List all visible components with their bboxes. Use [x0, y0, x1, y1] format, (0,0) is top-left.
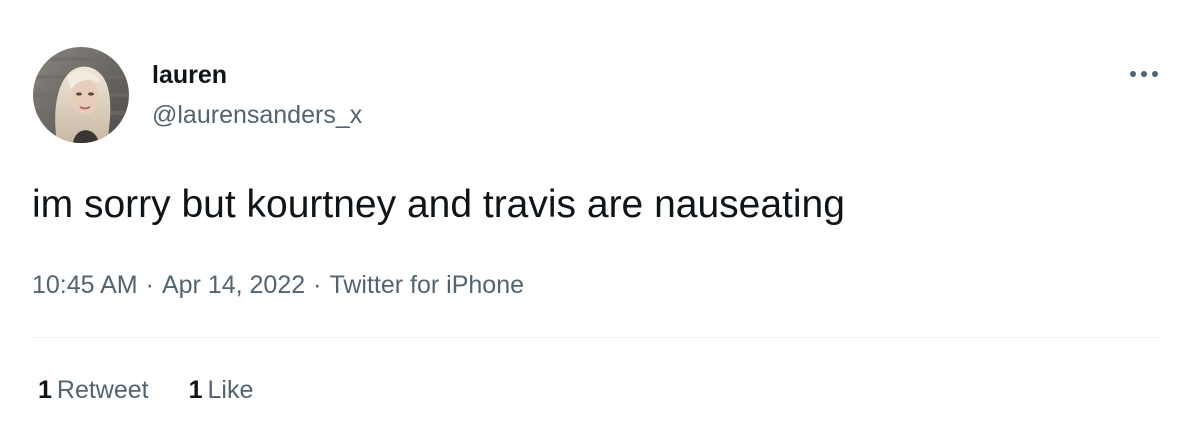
like-label: Like	[207, 376, 254, 404]
tweet-stats: 1 Retweet 1 Like	[38, 373, 253, 407]
separator: ·	[313, 271, 322, 299]
tweet-metadata: 10:45 AM · Apr 14, 2022 · Twitter for iPhone	[32, 268, 524, 302]
tweet-card: lauren @laurensanders_x im sorry but kou…	[0, 0, 1192, 442]
like-count: 1	[188, 376, 203, 404]
tweet-time[interactable]: 10:45 AM	[32, 268, 138, 302]
more-options-button[interactable]	[1122, 56, 1166, 92]
retweet-count: 1	[38, 376, 52, 404]
tweet-text: im sorry but kourtney and travis are nau…	[32, 183, 845, 226]
likes-stat[interactable]: 1 Like	[189, 373, 254, 407]
separator: ·	[145, 271, 154, 299]
author-display-name[interactable]: lauren	[152, 60, 227, 90]
tweet-date[interactable]: Apr 14, 2022	[162, 268, 305, 302]
author-handle[interactable]: @laurensanders_x	[152, 100, 362, 130]
divider	[32, 337, 1162, 338]
tweet-source[interactable]: Twitter for iPhone	[329, 268, 524, 302]
retweet-label: Retweet	[56, 376, 149, 404]
avatar[interactable]	[33, 47, 129, 143]
more-horizontal-icon	[1130, 71, 1158, 77]
retweets-stat[interactable]: 1 Retweet	[38, 373, 149, 407]
profile-photo-icon	[33, 47, 129, 143]
